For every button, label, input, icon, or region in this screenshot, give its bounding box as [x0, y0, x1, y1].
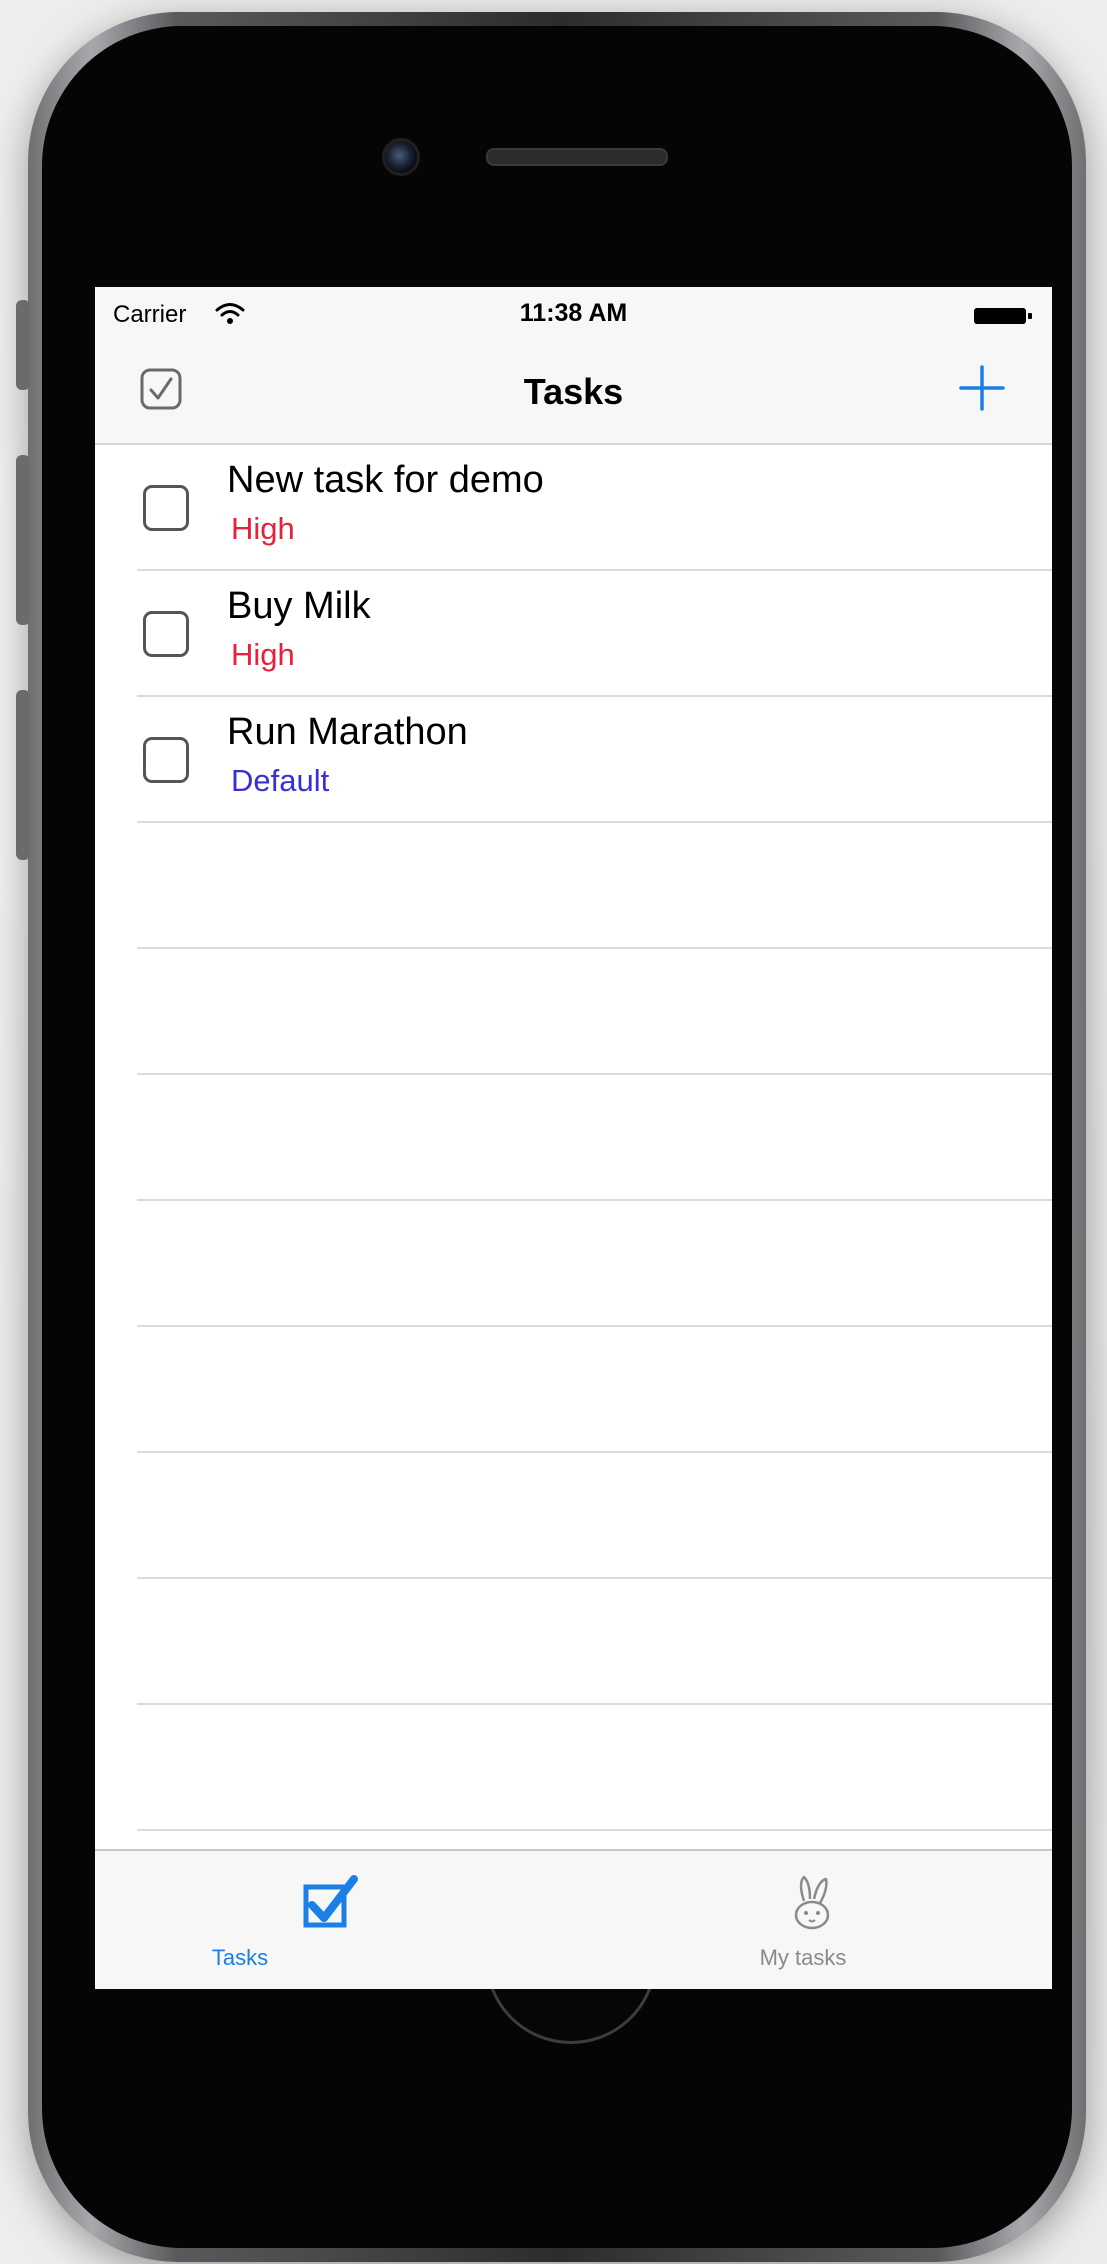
empty-row	[95, 823, 1052, 949]
empty-row	[95, 1075, 1052, 1201]
task-list: New task for demo High Buy Milk High Run…	[95, 445, 1052, 1835]
task-checkbox[interactable]	[143, 611, 189, 657]
volume-up-button	[16, 455, 30, 625]
table-row[interactable]: Run Marathon Default	[95, 697, 1052, 823]
empty-row	[95, 1579, 1052, 1705]
task-checkbox[interactable]	[143, 737, 189, 783]
checkbox-checked-icon	[303, 1875, 358, 1928]
volume-down-button	[16, 690, 30, 860]
mute-switch	[16, 300, 30, 390]
bunny-icon	[794, 1875, 830, 1930]
status-bar: Carrier 11:38 AM	[95, 287, 1052, 345]
task-title: New task for demo	[227, 459, 544, 501]
tab-label: My tasks	[759, 1945, 847, 1970]
empty-row	[95, 1453, 1052, 1579]
empty-row	[95, 1201, 1052, 1327]
app-screen: Carrier 11:38 AM Tasks New task for demo…	[95, 287, 1052, 1989]
task-checkbox[interactable]	[143, 485, 189, 531]
front-camera	[382, 138, 420, 176]
tab-label: Tasks	[211, 1945, 269, 1970]
tab-my-tasks[interactable]: My tasks	[574, 1851, 1052, 1989]
plus-icon[interactable]	[955, 361, 1009, 415]
empty-row	[95, 949, 1052, 1075]
task-priority: Default	[231, 763, 330, 798]
empty-row	[95, 1705, 1052, 1831]
battery-icon	[974, 308, 1032, 324]
navigation-bar: Tasks	[95, 345, 1052, 445]
tab-bar: Tasks My tasks	[95, 1849, 1052, 1989]
table-row[interactable]: New task for demo High	[95, 445, 1052, 571]
table-row[interactable]: Buy Milk High	[95, 571, 1052, 697]
empty-row	[95, 1327, 1052, 1453]
task-priority: High	[231, 637, 295, 672]
page-title: Tasks	[523, 371, 624, 412]
earpiece-speaker	[486, 148, 668, 166]
tab-tasks[interactable]: Tasks	[95, 1851, 573, 1989]
task-title: Buy Milk	[227, 585, 371, 627]
task-priority: High	[231, 511, 295, 546]
task-title: Run Marathon	[227, 711, 468, 753]
status-time: 11:38 AM	[519, 299, 628, 327]
